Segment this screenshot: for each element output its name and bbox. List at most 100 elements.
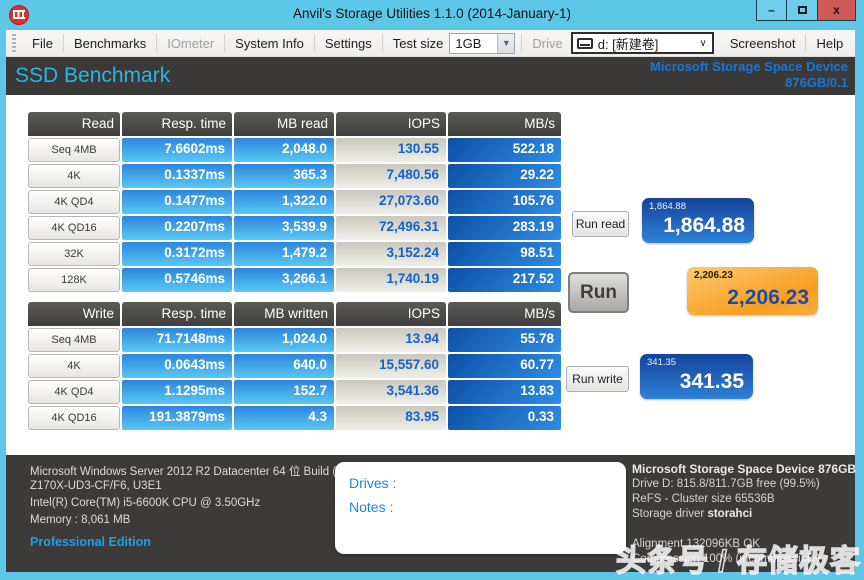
mb-cell: 4.3 <box>234 406 334 430</box>
test-size-value: 1GB <box>455 35 482 51</box>
menu-benchmarks[interactable]: Benchmarks <box>64 32 156 55</box>
test-size-label: Test size <box>392 35 444 51</box>
write-score-value: 341.35 <box>679 370 744 393</box>
row-label: 32K <box>28 242 120 266</box>
drive-value: d: [新建卷] <box>597 36 659 52</box>
resp-time-cell: 71.7148ms <box>122 328 232 352</box>
column-header: Read <box>28 112 120 136</box>
device-name-header: Microsoft Storage Space Device 876GB/0.1 <box>650 59 848 91</box>
close-button[interactable]: x <box>818 0 856 21</box>
drive-label: Drive <box>532 35 563 51</box>
drive-select[interactable]: d: [新建卷] ∨ <box>570 32 714 54</box>
read-score-value: 1,864.88 <box>663 214 745 237</box>
row-label: 128K <box>28 268 120 292</box>
iops-cell: 7,480.56 <box>336 164 446 188</box>
read-score-box: 1,864.88 1,864.88 <box>642 198 754 243</box>
benchmark-content: Read Resp. time MB read IOPS MB/s Seq 4M… <box>6 95 855 455</box>
menu-bar: File Benchmarks IOmeter System Info Sett… <box>6 30 855 57</box>
maximize-icon <box>797 6 807 14</box>
toolbar-grip[interactable] <box>12 34 16 52</box>
iops-cell: 3,541.36 <box>336 380 446 404</box>
menu-file[interactable]: File <box>22 32 63 55</box>
mbs-cell: 98.51 <box>448 242 561 266</box>
cpu-info: Intel(R) Core(TM) i5-6600K CPU @ 3.50GHz <box>30 497 261 509</box>
resp-time-cell: 191.3879ms <box>122 406 232 430</box>
drives-label: Drives : <box>349 475 397 491</box>
row-label: 4K <box>28 354 120 378</box>
mb-cell: 1,024.0 <box>234 328 334 352</box>
run-button[interactable]: Run <box>568 272 629 313</box>
app-window: Anvil's Storage Utilities 1.1.0 (2014-Ja… <box>0 0 864 580</box>
resp-time-cell: 0.5746ms <box>122 268 232 292</box>
column-header: MB written <box>234 302 334 326</box>
column-header: MB read <box>234 112 334 136</box>
drive-icon <box>576 37 593 49</box>
row-label: 4K QD16 <box>28 216 120 240</box>
row-label: 4K QD16 <box>28 406 120 430</box>
mbs-cell: 522.18 <box>448 138 561 162</box>
drives-notes-box[interactable]: Drives : Notes : <box>335 462 626 554</box>
iops-cell: 3,152.24 <box>336 242 446 266</box>
resp-time-cell: 0.1337ms <box>122 164 232 188</box>
storage-driver-info: Storage driver storahci <box>632 508 752 520</box>
resp-time-cell: 1.1295ms <box>122 380 232 404</box>
iops-cell: 13.94 <box>336 328 446 352</box>
minimize-icon: – <box>768 3 775 17</box>
device-title: Microsoft Storage Space Device 876GB <box>632 462 857 476</box>
filesystem-info: ReFS - Cluster size 65536B <box>632 493 775 505</box>
mbs-cell: 0.33 <box>448 406 561 430</box>
mb-cell: 3,266.1 <box>234 268 334 292</box>
storage-driver-label: Storage driver <box>632 508 705 520</box>
column-header: Resp. time <box>122 302 232 326</box>
resp-time-cell: 0.1477ms <box>122 190 232 214</box>
watermark: 头条号 / 存储极客 <box>615 544 861 579</box>
mb-cell: 640.0 <box>234 354 334 378</box>
mb-cell: 1,322.0 <box>234 190 334 214</box>
notes-label: Notes : <box>349 499 394 515</box>
write-benchmark-table: Write Resp. time MB written IOPS MB/s Se… <box>28 302 561 430</box>
read-score-small: 1,864.88 <box>649 201 686 212</box>
maximize-button[interactable] <box>787 0 818 21</box>
column-header: MB/s <box>448 302 561 326</box>
mbs-cell: 60.77 <box>448 354 561 378</box>
row-label: 4K QD4 <box>28 380 120 404</box>
row-label: Seq 4MB <box>28 328 120 352</box>
close-icon: x <box>833 3 840 17</box>
menu-system-info[interactable]: System Info <box>225 32 314 55</box>
minimize-button[interactable]: – <box>756 0 787 21</box>
title-bar[interactable]: Anvil's Storage Utilities 1.1.0 (2014-Ja… <box>0 0 864 30</box>
device-name-line1: Microsoft Storage Space Device <box>650 59 848 74</box>
menu-settings[interactable]: Settings <box>315 32 382 55</box>
row-label: 4K <box>28 164 120 188</box>
mbs-cell: 217.52 <box>448 268 561 292</box>
menu-help[interactable]: Help <box>806 32 853 55</box>
read-benchmark-table: Read Resp. time MB read IOPS MB/s Seq 4M… <box>28 112 561 292</box>
column-header: Write <box>28 302 120 326</box>
total-score-box: 2,206.23 2,206.23 <box>687 267 818 315</box>
mbs-cell: 283.19 <box>448 216 561 240</box>
iops-cell: 72,496.31 <box>336 216 446 240</box>
iops-cell: 27,073.60 <box>336 190 446 214</box>
run-read-button[interactable]: Run read <box>572 211 629 237</box>
column-header: IOPS <box>336 112 446 136</box>
chevron-down-icon[interactable]: ▼ <box>497 33 515 53</box>
mbs-cell: 29.22 <box>448 164 561 188</box>
memory-info: Memory : 8,061 MB <box>30 514 131 526</box>
menu-screenshot[interactable]: Screenshot <box>720 32 806 55</box>
chevron-down-icon: ∨ <box>699 37 707 49</box>
mb-cell: 365.3 <box>234 164 334 188</box>
mb-cell: 152.7 <box>234 380 334 404</box>
resp-time-cell: 0.2207ms <box>122 216 232 240</box>
resp-time-cell: 0.0643ms <box>122 354 232 378</box>
motherboard-info: Z170X-UD3-CF/F6, U3E1 <box>30 480 162 492</box>
iops-cell: 83.95 <box>336 406 446 430</box>
write-score-small: 341.35 <box>647 357 677 368</box>
resp-time-cell: 7.6602ms <box>122 138 232 162</box>
test-size-select[interactable]: 1GB ▼ <box>449 32 516 54</box>
total-score-small: 2,206.23 <box>694 270 733 281</box>
device-name-line2: 876GB/0.1 <box>785 75 848 90</box>
edition-link[interactable]: Professional Edition <box>30 535 151 549</box>
mb-cell: 1,479.2 <box>234 242 334 266</box>
run-write-button[interactable]: Run write <box>566 366 629 392</box>
page-title: SSD Benchmark <box>15 64 171 87</box>
